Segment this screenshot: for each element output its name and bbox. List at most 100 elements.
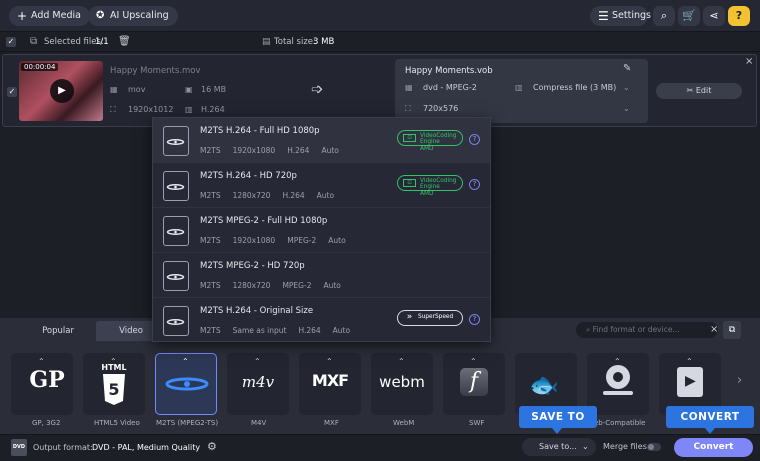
edit-button[interactable]: ✂ Edit [656,83,742,99]
preset-codec: H.264 [282,191,305,200]
video-thumbnail[interactable]: 00:00:04 ▶ [19,61,103,121]
gear-icon[interactable]: ⚙ [207,440,217,453]
plus-icon: + [17,9,28,23]
ai-upscaling-button[interactable]: ✪ AI Upscaling [88,6,178,26]
format-caption: SWF [469,419,485,427]
preset-bitrate: Auto [328,236,346,245]
scissors-icon: ✂ [686,86,696,95]
preset-title: M2TS H.264 - Full HD 1080p [200,126,320,136]
size-icon: ▣ [185,85,193,94]
chevron-up-icon[interactable]: ⌃ [470,357,477,366]
device-icon: ⧉ [728,325,736,335]
ai-icon: ✪ [96,10,105,21]
convert-button[interactable]: Convert [674,438,753,457]
preset-codec: H.264 [298,326,321,335]
footer-bar: DVD Output format: DVD - PAL, Medium Qua… [0,434,760,461]
chevron-up-icon[interactable]: ⌃ [398,357,405,366]
source-container: mov [128,85,146,94]
compress-dropdown[interactable]: Compress file (3 MB) [533,83,616,92]
save-to-dropdown[interactable]: Save to... ⌄ [522,438,596,456]
merge-files-label: Merge files: [603,442,650,451]
3gp-logo: GP [29,367,65,393]
play-icon[interactable]: ▶ [50,79,74,103]
chevron-up-icon[interactable]: ⌃ [614,357,621,366]
output-settings-card[interactable]: Happy Moments.vob ✎ ▦ dvd - MPEG-2 ▥ Com… [395,59,648,123]
chevron-up-icon[interactable]: ⌃ [254,357,261,366]
device-detect-button[interactable]: ⧉ [723,321,741,339]
tab-popular[interactable]: Popular [22,321,94,341]
output-resolution-icon: ⛶ [405,104,411,113]
output-format[interactable]: dvd - MPEG-2 [423,83,477,92]
total-size-value: 3 MB [313,37,335,47]
m4v-logo: m4v [241,373,275,391]
videocoding-engine-badge: ⊡ VideoCoding Engine AMD [397,175,463,197]
bluray-logo [164,372,210,396]
chevron-down-icon: ⌄ [582,442,589,451]
sliders-icon: ☰ [598,9,609,23]
clear-search-icon[interactable]: × [710,322,718,338]
merge-files-toggle[interactable] [647,443,661,451]
preset-title: M2TS H.264 - Original Size [200,306,314,316]
flash-logo: f [460,368,488,396]
cart-button[interactable]: 🛒 [678,6,700,26]
files-icon: ⧉ [30,36,38,47]
html5-logo: HTML 5 [101,361,127,407]
output-format-value[interactable]: DVD - PAL, Medium Quality [92,443,200,452]
add-media-button[interactable]: + Add Media [9,6,90,26]
preset-option[interactable]: M2TS H.264 - HD 720p M2TS 1280x720 H.264 Au… [153,163,490,208]
preset-title: M2TS MPEG-2 - Full HD 1080p [200,216,328,226]
amd-brand-label: AMD [420,145,434,152]
preset-dropdown: M2TS H.264 - Full HD 1080p M2TS 1920x1080… [152,117,491,342]
preset-resolution: Same as input [232,326,287,335]
help-button[interactable]: ? [728,6,750,26]
scroll-right-icon[interactable]: › [737,373,742,388]
chevron-up-icon[interactable]: ⌃ [110,357,117,366]
format-caption: MXF [324,419,339,427]
output-format-label: Output format: [33,443,93,452]
close-icon[interactable]: × [745,56,753,67]
chevron-up-icon[interactable]: ⌃ [182,357,189,366]
superspeed-icon: » [406,312,413,322]
chevron-up-icon[interactable]: ⌃ [38,357,45,366]
preset-option[interactable]: M2TS H.264 - Original Size M2TS Same as i… [153,298,490,341]
save-to-callout: SAVE TO [519,406,597,428]
chevron-down-icon[interactable]: ⌄ [623,83,630,92]
chevron-down-icon[interactable]: ⌄ [623,104,630,113]
file-checkbox[interactable]: ✓ [7,87,17,97]
pencil-icon[interactable]: ✎ [623,63,631,74]
trash-icon[interactable]: 🗑 [118,32,131,52]
preset-details: M2TS 1920x1080 H.264 Auto [200,146,351,155]
cart-icon: 🛒 [682,9,696,22]
resolution-icon: ⛶ [110,105,116,114]
help-icon[interactable]: ? [469,314,480,325]
search-icon: ⌕ [660,9,668,22]
chevron-up-icon[interactable]: ⌃ [686,357,693,366]
duration-badge: 00:00:04 [21,63,59,71]
format-caption: M4V [251,419,267,427]
format-search-input[interactable]: ⌕ Find format or device... [576,322,718,338]
source-size: 16 MB [201,85,227,94]
preset-details: M2TS 1920x1080 MPEG-2 Auto [200,236,358,245]
select-all-checkbox[interactable]: ✓ [6,37,16,47]
preset-option[interactable]: M2TS MPEG-2 - Full HD 1080p M2TS 1920x108… [153,208,490,253]
bluray-file-icon [163,171,189,201]
search-button[interactable]: ⌕ [653,6,675,26]
preset-resolution: 1280x720 [232,191,271,200]
help-icon[interactable]: ? [469,134,480,145]
source-filename: Happy Moments.mov [110,66,201,76]
preset-resolution: 1920x1080 [232,236,276,245]
help-icon[interactable]: ? [469,179,480,190]
amd-logo: ⊡ [403,134,416,142]
total-size-label: Total size: [274,37,316,47]
preset-container: M2TS [200,146,221,155]
preset-resolution: 1280x720 [232,281,271,290]
output-film-icon: ▦ [405,83,413,92]
share-button[interactable]: ⋖ [703,6,725,26]
preset-details: M2TS 1280x720 H.264 Auto [200,191,346,200]
selected-files-value: 1/1 [95,37,109,47]
preset-option[interactable]: M2TS H.264 - Full HD 1080p M2TS 1920x1080… [153,118,490,163]
preset-option[interactable]: M2TS MPEG-2 - HD 720p M2TS 1280x720 MPEG-2… [153,253,490,298]
chevron-up-icon[interactable]: ⌃ [326,357,333,366]
settings-button[interactable]: ☰ Settings [590,6,651,26]
bluray-file-icon [163,126,189,156]
